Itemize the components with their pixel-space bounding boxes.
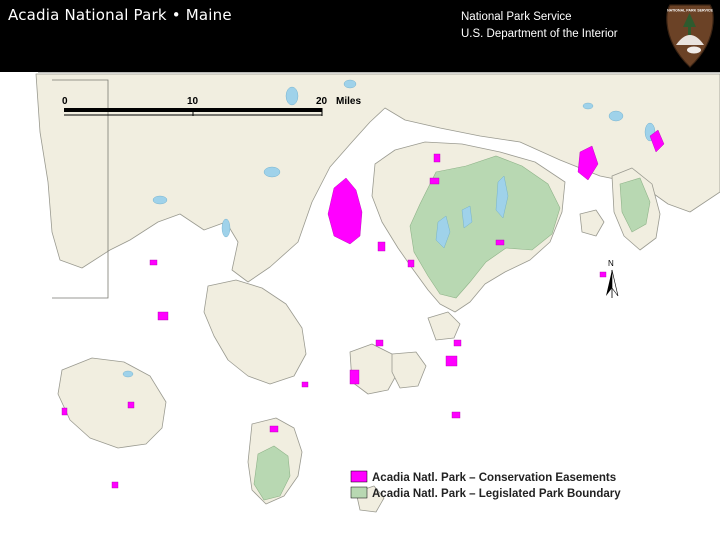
- acadia-map: 0 10 20 Miles N Acadia Natl. Park – Cons…: [35, 72, 720, 513]
- scale-tick-0: 0: [62, 96, 68, 107]
- easement-d: [453, 339, 462, 347]
- easement-c: [445, 355, 458, 367]
- department-name: U.S. Department of the Interior: [461, 28, 618, 40]
- north-arrow: N: [606, 259, 619, 298]
- legend-swatch-easements: [350, 470, 368, 483]
- large-easement-mainland: [327, 177, 363, 245]
- legend-label-boundary: Acadia Natl. Park – Legislated Park Boun…: [372, 488, 621, 500]
- easement-e: [349, 369, 360, 385]
- easement-r: [599, 271, 607, 278]
- scale-tick-10: 10: [187, 96, 199, 107]
- easement-m: [301, 381, 309, 388]
- easement-k: [433, 153, 441, 163]
- easement-i: [375, 339, 384, 347]
- swans-island: [349, 343, 399, 395]
- deer-isle: [203, 279, 307, 385]
- vinalhaven-pond: [122, 370, 134, 378]
- vinalhaven: [57, 357, 167, 449]
- islesford: [427, 311, 461, 341]
- easement-j: [269, 425, 279, 433]
- eastern-islet-a: [579, 209, 605, 237]
- easement-l: [495, 239, 505, 246]
- north-label: N: [608, 259, 614, 268]
- mainland-lake-2: [263, 166, 281, 178]
- agency-name: National Park Service: [461, 11, 572, 23]
- easement-q: [149, 259, 158, 266]
- easement-h: [127, 401, 135, 409]
- scale-tick-20: 20: [316, 96, 328, 107]
- easement-g: [61, 407, 68, 416]
- nps-arrowhead-icon: NATIONAL PARK SERVICE: [666, 4, 714, 68]
- eastern-lake-1: [608, 110, 624, 122]
- easement-f: [157, 311, 169, 321]
- legend-label-easements: Acadia Natl. Park – Conservation Easemen…: [372, 472, 616, 484]
- map-legend: Acadia Natl. Park – Conservation Easemen…: [350, 470, 621, 500]
- scale-unit: Miles: [336, 96, 361, 107]
- map-title: Acadia National Park • Maine: [8, 6, 232, 24]
- easement-p: [451, 411, 461, 419]
- agency-block: National Park Service U.S. Department of…: [461, 9, 618, 43]
- mainland-lake-4: [152, 195, 168, 205]
- legend-swatch-boundary: [350, 486, 368, 499]
- eastern-lake-3: [582, 102, 594, 110]
- mainland-lake-5: [343, 79, 357, 89]
- easement-a: [377, 241, 386, 252]
- long-island: [391, 351, 427, 389]
- mainland-lake-1: [285, 86, 299, 106]
- badge-text: NATIONAL PARK SERVICE: [667, 9, 713, 13]
- mainland-lake-3: [221, 218, 231, 238]
- easement-o: [429, 177, 440, 185]
- easement-b: [407, 259, 415, 268]
- title-bar: Acadia National Park • Maine National Pa…: [0, 0, 720, 72]
- easement-n: [111, 481, 119, 489]
